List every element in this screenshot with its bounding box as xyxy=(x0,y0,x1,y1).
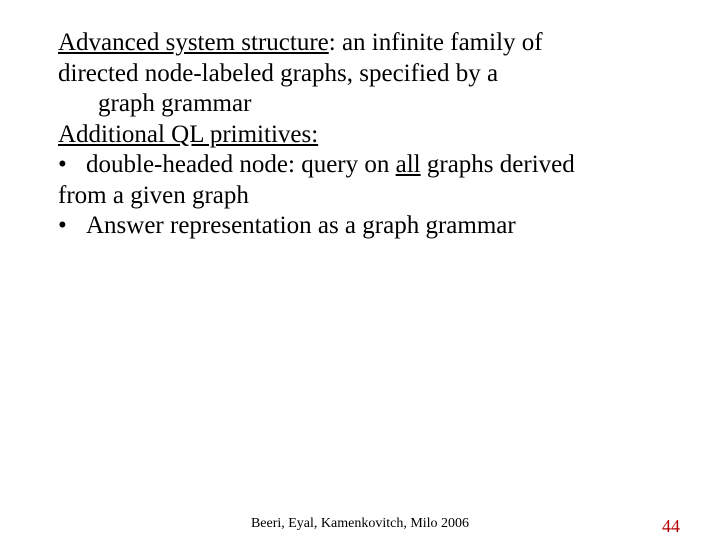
bullet-marker: • xyxy=(58,150,86,181)
text-line2: directed node-labeled graphs, specified … xyxy=(58,60,498,87)
paragraph-line-2: directed node-labeled graphs, specified … xyxy=(58,59,668,90)
bullet-content-2: Answer representation as a graph grammar xyxy=(86,211,668,242)
bullet-1-continuation: from a given graph xyxy=(58,181,668,212)
paragraph-line-1: Advanced system structure: an infinite f… xyxy=(58,28,668,59)
text-bullet1a: double-headed node: query on xyxy=(86,151,396,178)
bullet-item-1: • double-headed node: query on all graph… xyxy=(58,150,668,181)
bullet-marker: • xyxy=(58,211,86,242)
text-line1-rest: : an infinite family of xyxy=(329,29,543,56)
slide: Advanced system structure: an infinite f… xyxy=(0,0,720,540)
text-bullet2: Answer representation as a graph grammar xyxy=(86,212,516,239)
text-bullet1-underlined-all: all xyxy=(396,151,421,178)
bullet-content-1: double-headed node: query on all graphs … xyxy=(86,150,668,181)
paragraph-line-3: graph grammar xyxy=(58,89,668,120)
heading-additional-ql-primitives: Additional QL primitives: xyxy=(58,121,318,148)
heading-advanced-system-structure: Advanced system structure xyxy=(58,29,329,56)
bullet-item-2: • Answer representation as a graph gramm… xyxy=(58,211,668,242)
body-text-block: Advanced system structure: an infinite f… xyxy=(58,28,668,242)
paragraph-line-4: Additional QL primitives: xyxy=(58,120,668,151)
footer-citation: Beeri, Eyal, Kamenkovitch, Milo 2006 xyxy=(0,516,720,532)
text-line3: graph grammar xyxy=(98,90,251,117)
text-bullet1c: from a given graph xyxy=(58,182,249,209)
text-bullet1b: graphs derived xyxy=(421,151,575,178)
page-number: 44 xyxy=(662,516,680,537)
